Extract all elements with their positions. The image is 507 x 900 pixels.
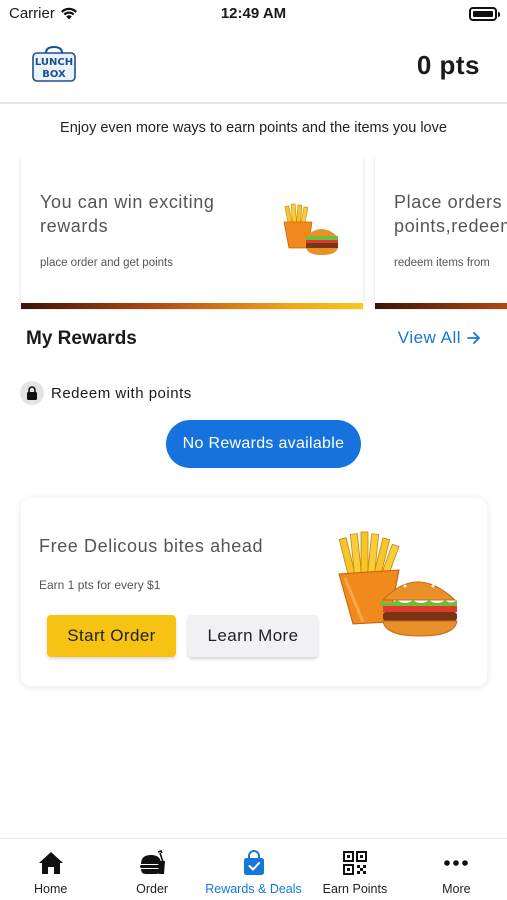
fries-burger-icon xyxy=(338,531,458,637)
qr-code-icon xyxy=(341,849,369,877)
view-all-label: View All xyxy=(397,328,461,347)
tab-label: Home xyxy=(34,882,68,896)
shopping-bag-icon xyxy=(240,849,268,877)
lunch-box-logo[interactable]: LUNCH BOX xyxy=(30,44,78,84)
home-icon xyxy=(37,849,65,877)
tab-order[interactable]: Order xyxy=(101,839,202,900)
promo-carousel[interactable]: You can win exciting rewards place order… xyxy=(0,156,507,310)
tab-label: Rewards & Deals xyxy=(205,882,302,896)
tab-more[interactable]: More xyxy=(406,839,507,900)
promo-card-title: You can win exciting rewards xyxy=(40,192,215,236)
start-order-button[interactable]: Start Order xyxy=(47,615,176,657)
view-all-link[interactable]: View All xyxy=(398,328,481,348)
svg-text:LUNCH: LUNCH xyxy=(35,57,73,68)
tab-label: Earn Points xyxy=(322,882,388,896)
free-bites-card: Free Delicous bites ahead Earn 1 pts for… xyxy=(21,498,487,686)
bottom-tab-bar: Home Order Rewards & Deals Earn Points M… xyxy=(0,838,507,900)
intro-text: Enjoy even more ways to earn points and … xyxy=(60,120,447,136)
tab-rewards-deals[interactable]: Rewards & Deals xyxy=(203,839,304,900)
redeem-with-points-label: Redeem with points xyxy=(51,384,192,402)
more-icon xyxy=(442,849,470,877)
status-bar: Carrier 12:49 AM xyxy=(0,0,507,30)
status-time: 12:49 AM xyxy=(220,5,287,22)
app-header: LUNCH BOX 0 pts xyxy=(0,30,507,104)
promo-card[interactable]: You can win exciting rewards place order… xyxy=(21,156,363,309)
free-bites-subtitle: Earn 1 pts for every $1 xyxy=(39,578,161,592)
redeem-with-points-row: Redeem with points xyxy=(20,381,192,405)
tab-earn-points[interactable]: Earn Points xyxy=(304,839,405,900)
promo-card-subtitle: redeem items from xyxy=(394,257,490,269)
promo-card-accent-bar xyxy=(21,303,363,309)
free-bites-title: Free Delicous bites ahead xyxy=(39,536,264,556)
promo-card-subtitle: place order and get points xyxy=(40,257,173,269)
tab-home[interactable]: Home xyxy=(0,839,101,900)
no-rewards-badge: No Rewards available xyxy=(166,420,361,468)
learn-more-button[interactable]: Learn More xyxy=(188,615,318,657)
promo-card[interactable]: Place orders and get points,redeem redee… xyxy=(375,156,507,309)
promo-card-accent-bar xyxy=(375,303,507,309)
battery-icon xyxy=(469,7,500,21)
fries-burger-icon xyxy=(283,203,338,255)
tab-label: More xyxy=(442,882,471,896)
my-rewards-heading: My Rewards xyxy=(26,328,137,349)
promo-card-title: Place orders and get points,redeem xyxy=(394,192,507,236)
points-balance: 0 pts xyxy=(416,50,480,80)
lock-icon xyxy=(20,381,44,405)
arrow-right-icon xyxy=(467,332,480,344)
tab-label: Order xyxy=(136,882,169,896)
svg-text:BOX: BOX xyxy=(42,69,66,80)
burger-icon xyxy=(138,849,166,877)
